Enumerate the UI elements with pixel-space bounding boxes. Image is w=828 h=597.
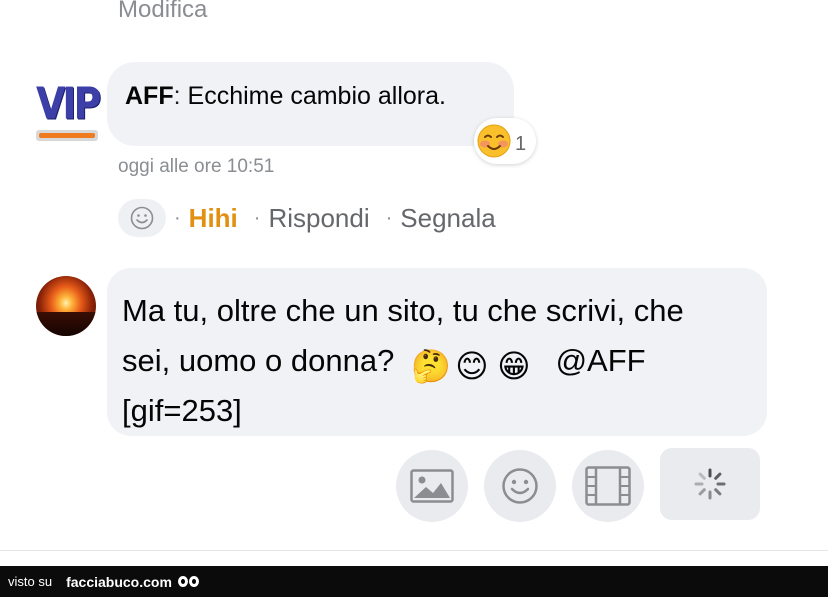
thinking-face-emoji: 🤔 — [410, 347, 451, 385]
reply-text-line: Ma tu, oltre che un sito, tu che scrivi,… — [122, 293, 684, 328]
add-image-button[interactable] — [396, 450, 468, 522]
emoji-icon — [502, 468, 538, 504]
smiling-face-icon — [477, 124, 511, 158]
film-icon — [585, 466, 631, 506]
eyes-logo-icon — [177, 576, 199, 587]
separator-dot: · — [253, 206, 261, 229]
avatar[interactable] — [36, 276, 96, 336]
vip-badge-icon: VIP — [36, 78, 101, 146]
separator-dot: · — [174, 206, 181, 229]
comment-author[interactable]: AFF — [125, 82, 174, 110]
reply-text: sei, uomo o donna? — [122, 343, 395, 378]
mention-tag: @AFF — [555, 343, 646, 378]
comment-bubble: AFF: Ecchime cambio allora. — [107, 62, 514, 146]
image-icon — [410, 469, 454, 503]
author-separator: : — [173, 82, 188, 110]
footer-visto-su: visto su — [8, 574, 53, 589]
reply-input[interactable]: Ma tu, oltre che un sito, tu che scrivi,… — [107, 268, 767, 436]
smiley-icon — [130, 206, 154, 230]
submit-button[interactable] — [660, 448, 760, 520]
report-link[interactable]: Segnala — [400, 203, 495, 234]
loading-spinner-icon — [694, 468, 726, 500]
edit-link[interactable]: Modifica — [118, 0, 207, 24]
separator-dot: · — [385, 206, 393, 229]
reply-text-line: [gif=253] — [122, 393, 242, 428]
vip-badge-bar — [36, 130, 98, 141]
hihi-reaction-link[interactable]: Hihi — [189, 203, 238, 234]
smiling-face-emoji: 😊 — [455, 347, 489, 385]
comment-timestamp: oggi alle ore 10:51 — [118, 156, 275, 177]
reaction-count: 1 — [515, 133, 527, 155]
react-button[interactable] — [118, 199, 166, 237]
add-gif-button[interactable] — [572, 450, 644, 522]
divider — [0, 550, 828, 551]
comment-actions: · Hihi · Rispondi · Segnala — [118, 198, 496, 238]
vip-badge-text: VIP — [36, 78, 101, 129]
footer-brand: facciabuco.com — [66, 573, 172, 590]
reply-text-line: sei, uomo o donna? 🤔 😊 😁 @AFF — [122, 336, 747, 386]
reaction-summary[interactable]: 1 — [474, 118, 536, 164]
comment-text: Ecchime cambio allora. — [187, 82, 446, 110]
grinning-face-emoji: 😁 — [497, 347, 531, 385]
watermark-footer: visto su facciabuco.com — [0, 566, 828, 597]
add-emoji-button[interactable] — [484, 450, 556, 522]
reply-link[interactable]: Rispondi — [268, 203, 369, 234]
